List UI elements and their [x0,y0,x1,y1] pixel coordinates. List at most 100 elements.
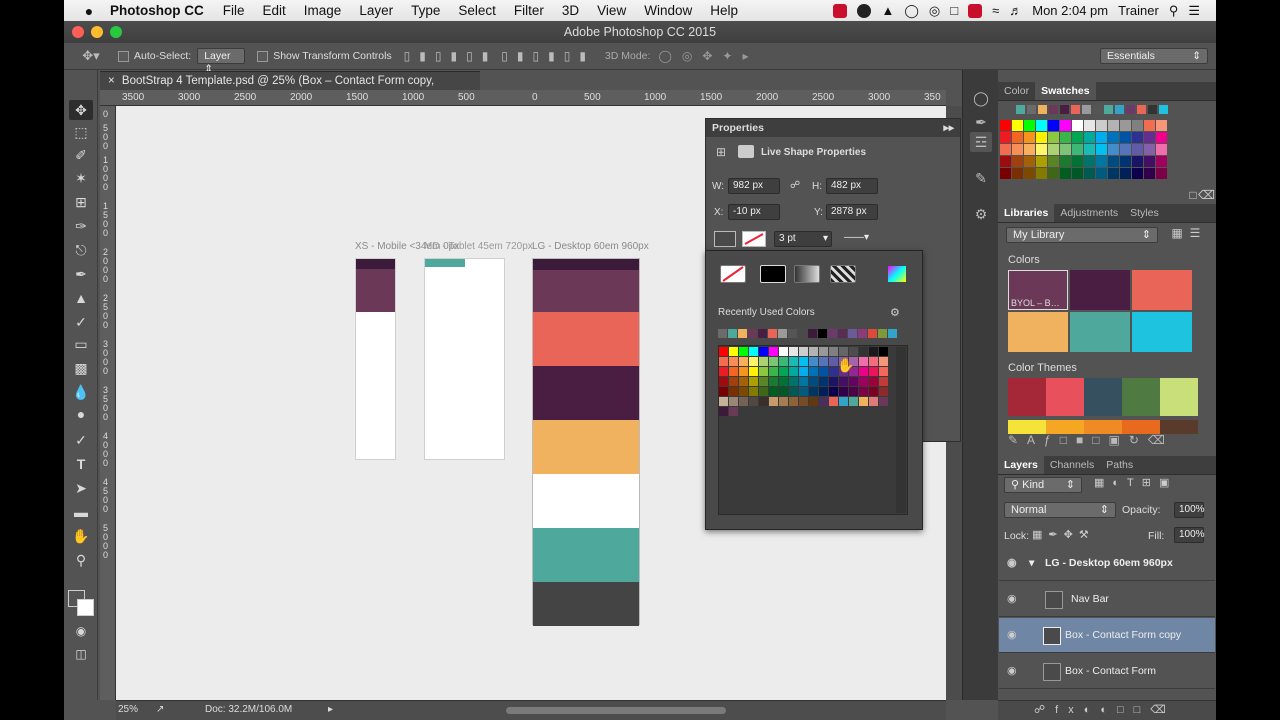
menu-edit[interactable]: Edit [254,3,295,18]
color-swatch[interactable] [1024,156,1035,167]
minimize-window-button[interactable] [91,26,103,38]
color-swatch[interactable] [839,377,848,386]
color-swatch[interactable] [739,387,748,396]
color-swatch[interactable] [1084,144,1095,155]
color-swatch[interactable] [1024,168,1035,179]
color-swatch[interactable] [879,367,888,376]
color-swatch[interactable] [779,387,788,396]
color-swatch[interactable] [719,367,728,376]
color-swatch[interactable] [1060,144,1071,155]
color-swatch[interactable] [848,329,857,338]
menu-view[interactable]: View [588,3,635,18]
menu-filter[interactable]: Filter [505,3,553,18]
color-swatch[interactable] [779,357,788,366]
stroke-style-dropdown[interactable]: ——▾ [840,231,880,247]
color-swatch[interactable] [1156,168,1167,179]
color-swatch[interactable] [849,397,858,406]
color-swatch[interactable] [779,347,788,356]
theme-color-swatch[interactable] [1160,378,1198,416]
color-swatch[interactable] [768,329,777,338]
color-swatch[interactable] [759,347,768,356]
color-swatch[interactable] [1000,120,1011,131]
color-swatch[interactable] [1096,156,1107,167]
color-swatch[interactable] [758,329,767,338]
color-swatch[interactable] [1024,144,1035,155]
color-swatch[interactable] [839,347,848,356]
library-color-tile[interactable] [1132,312,1192,352]
color-swatch[interactable] [1120,132,1131,143]
color-swatch[interactable] [858,329,867,338]
color-swatch[interactable] [1096,132,1107,143]
color-swatch[interactable] [859,367,868,376]
color-swatch[interactable] [798,329,807,338]
color-swatch[interactable] [738,329,747,338]
color-swatch[interactable] [1108,144,1119,155]
layer-filter-dropdown[interactable]: ⚲ Kind ⇕ [1004,477,1082,493]
auto-select-dropdown[interactable]: Layer ⇕ [197,48,246,75]
eyedropper-tool-icon[interactable]: ✑ [69,216,93,236]
color-swatch[interactable] [749,377,758,386]
color-swatch[interactable] [789,397,798,406]
theme-color-swatch[interactable] [1084,378,1122,416]
color-swatch[interactable] [1093,105,1102,114]
volume-icon[interactable]: ♬ [1009,3,1022,18]
color-swatch[interactable] [1048,156,1059,167]
record-icon[interactable] [833,3,848,18]
quick-mask-icon[interactable]: ◉ [69,621,93,641]
color-swatch[interactable] [1144,168,1155,179]
color-swatch[interactable] [1012,132,1023,143]
color-swatch[interactable] [1156,132,1167,143]
color-swatch[interactable] [1072,156,1083,167]
x-field[interactable]: -10 px [728,204,780,220]
gear-icon[interactable]: ⚙ [890,306,900,319]
tab-adjustments[interactable]: Adjustments [1054,204,1124,222]
color-swatch[interactable] [789,367,798,376]
library-color-tile[interactable] [1132,270,1192,310]
color-swatch[interactable] [819,357,828,366]
color-swatch[interactable] [849,387,858,396]
creative-cloud-icon[interactable]: ◯ [904,3,919,19]
color-swatch[interactable] [719,397,728,406]
color-swatch[interactable] [759,387,768,396]
delete-swatch-icon[interactable]: ⌫ [1198,188,1215,202]
color-swatch[interactable] [1120,144,1131,155]
color-swatch[interactable] [1036,132,1047,143]
color-swatch[interactable] [859,347,868,356]
visibility-eye-icon[interactable]: ◉ [1007,546,1017,581]
color-swatch[interactable] [819,397,828,406]
color-swatch[interactable] [849,377,858,386]
color-swatch[interactable] [779,377,788,386]
color-swatch[interactable] [859,357,868,366]
menu-file[interactable]: File [214,3,254,18]
color-swatch[interactable] [769,347,778,356]
color-swatch[interactable] [1024,120,1035,131]
color-swatch[interactable] [739,377,748,386]
color-swatch[interactable] [759,397,768,406]
layer-row[interactable]: ◉ Box - Contact Form [999,654,1215,689]
color-swatch[interactable] [1036,156,1047,167]
theme-color-swatch[interactable] [1122,420,1160,434]
color-swatch[interactable] [749,387,758,396]
color-swatch[interactable] [1072,144,1083,155]
layer-row[interactable]: ◉ Nav Bar [999,582,1215,617]
color-swatch[interactable] [759,357,768,366]
document-tab[interactable]: × BootStrap 4 Template.psd @ 25% (Box – … [100,71,480,105]
artboard-lg-label[interactable]: LG - Desktop 60em 960px [532,241,649,252]
color-swatch[interactable] [1104,105,1113,114]
color-swatch[interactable] [1012,120,1023,131]
color-swatch[interactable] [1016,105,1025,114]
eraser-tool-icon[interactable]: ▭ [69,334,93,354]
color-swatch[interactable] [1071,105,1080,114]
color-swatch[interactable] [1159,105,1168,114]
color-swatch[interactable] [819,387,828,396]
panel-collapse-icon[interactable]: ▸▸ [943,119,954,137]
menu-image[interactable]: Image [295,3,351,18]
color-swatch[interactable] [1024,132,1035,143]
xs-hero-block[interactable] [356,269,395,312]
gradient-button[interactable] [794,265,820,283]
color-swatch[interactable] [869,387,878,396]
color-swatch[interactable] [1060,156,1071,167]
tab-color[interactable]: Color [998,82,1035,100]
color-swatch[interactable] [789,357,798,366]
character-panel-icon[interactable]: ✎ [970,168,992,188]
